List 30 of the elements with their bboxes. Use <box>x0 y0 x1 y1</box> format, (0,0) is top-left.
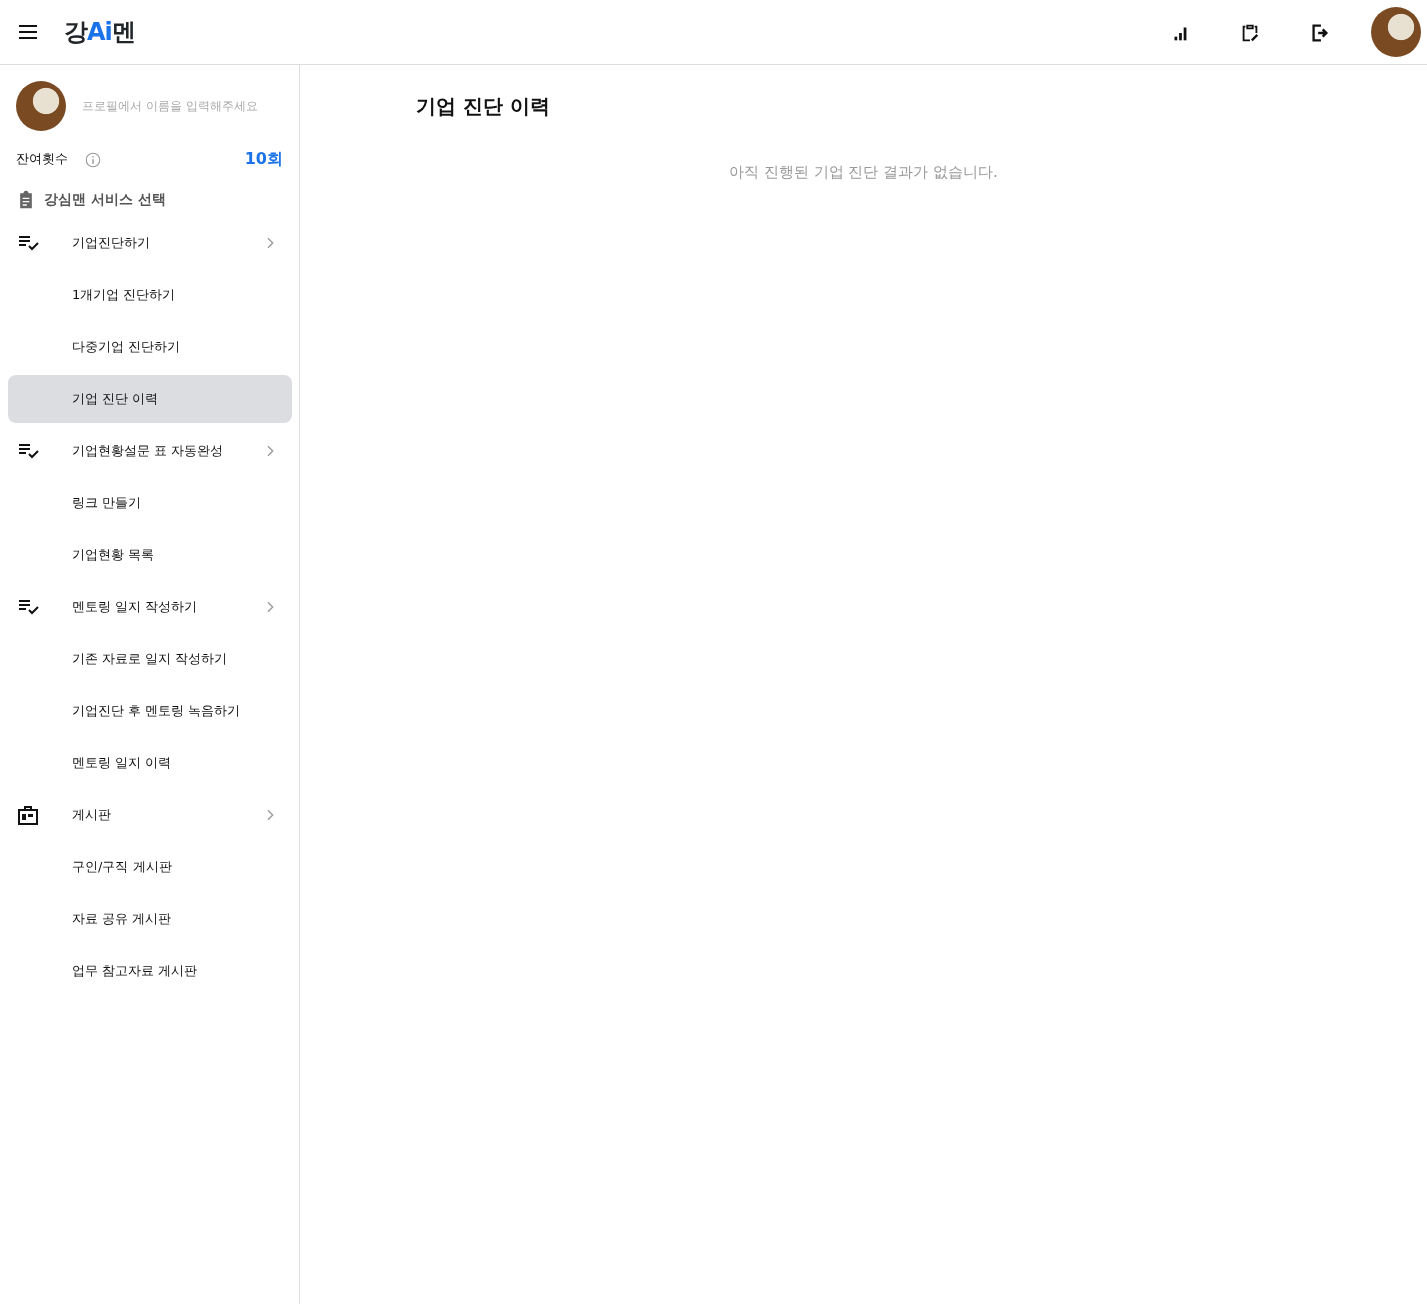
profile-prompt: 프로필에서 이름을 입력해주세요 <box>82 98 258 115</box>
menu-group[interactable]: 게시판 <box>8 791 292 839</box>
building-icon <box>16 803 40 827</box>
menu-item[interactable]: 기업진단 후 멘토링 녹음하기 <box>8 687 292 735</box>
menu-item[interactable]: 자료 공유 게시판 <box>8 895 292 943</box>
menu-item[interactable]: 구인/구직 게시판 <box>8 843 292 891</box>
page-title: 기업 진단 이력 <box>416 93 551 120</box>
menu-item[interactable]: 멘토링 일지 이력 <box>8 739 292 787</box>
menu-item[interactable]: 링크 만들기 <box>8 479 292 527</box>
menu-item[interactable]: 기업현황 목록 <box>8 531 292 579</box>
menu-item[interactable]: 기업 진단 이력 <box>8 375 292 423</box>
menu-group[interactable]: 기업현황설문 표 자동완성 <box>8 427 292 475</box>
menu-item[interactable]: 기존 자료로 일지 작성하기 <box>8 635 292 683</box>
empty-message: 아직 진행된 기업 진단 결과가 없습니다. <box>728 162 999 183</box>
menu-item[interactable]: 업무 참고자료 게시판 <box>8 947 292 995</box>
avatar <box>16 81 66 131</box>
menu-label: 기업현황설문 표 자동완성 <box>71 442 225 461</box>
logo[interactable]: 강Ai멘 <box>64 14 135 50</box>
info-icon <box>84 150 102 169</box>
remaining-label: 잔여횟수 <box>16 150 68 169</box>
menu-label: 게시판 <box>71 806 112 825</box>
menu-item[interactable]: 1개기업 진단하기 <box>8 271 292 319</box>
remaining-count: 10회 <box>244 148 283 170</box>
avatar[interactable] <box>1371 7 1421 57</box>
menu-label: 기업진단하기 <box>71 234 151 253</box>
menu-group[interactable]: 멘토링 일지 작성하기 <box>8 583 292 631</box>
menu-group[interactable]: 기업진단하기 <box>8 219 292 267</box>
menu-label: 멘토링 일지 작성하기 <box>71 598 199 617</box>
section-title: 강심맨 서비스 선택 <box>44 189 166 209</box>
menu-item[interactable]: 다중기업 진단하기 <box>8 323 292 371</box>
